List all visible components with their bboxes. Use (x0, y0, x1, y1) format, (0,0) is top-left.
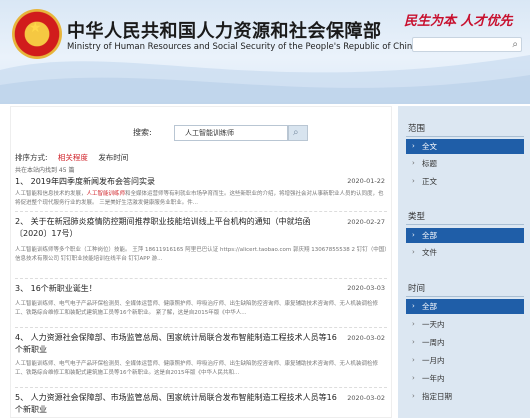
filter-label: 全文 (422, 142, 437, 151)
result-title-text[interactable]: 4、 人力资源社会保障部、市场监管总局、国家统计局联合发布智能制造工程技术人员等… (15, 333, 337, 354)
filter-label: 一月内 (422, 356, 445, 365)
snippet-highlight: 人工智能训练师 (86, 191, 126, 197)
result-snippet: 人工智能训练师、电气电子产品环保检测员、全媒体运营师、健康照护师、呼吸治疗师、出… (15, 360, 387, 378)
filter-label: 一年内 (422, 374, 445, 383)
search-button[interactable]: ⌕ (288, 125, 308, 141)
filter-label: 文件 (422, 248, 437, 257)
result-snippet: 人工智能训练师等多个职业（工种岗位）技能。 王萍 18611916165 阿里巴… (15, 246, 387, 264)
result-list: 1、 2019年四季度新闻发布会答问实录 2020-01-22 人工智能和信息技… (15, 176, 387, 418)
filter-label: 一天内 (422, 320, 445, 329)
filter-time-year[interactable]: › 一年内 (406, 371, 524, 386)
filter-label: 标题 (422, 159, 437, 168)
result-title-link[interactable]: 5、 人力资源社会保障部、市场监管总局、国家统计局联合发布智能制造工程技术人员等… (15, 392, 387, 416)
chevron-right-icon: › (412, 231, 415, 239)
search-bar: 搜索: 人工智能训练师 ⌕ (11, 125, 393, 141)
chevron-right-icon: › (412, 302, 415, 310)
result-title-link[interactable]: 3、 16个新职业诞生！ 2020-03-03 (15, 283, 387, 294)
search-input[interactable]: 人工智能训练师 (174, 125, 288, 141)
result-snippet: 人工智能和信息技术的发展，人工智能训练师和全媒体运营师等有利就业市场孕育而生。这… (15, 190, 387, 208)
filter-time-week[interactable]: › 一周内 (406, 335, 524, 350)
result-date: 2020-03-02 (347, 394, 385, 402)
snippet-text: 人工智能训练师、电气电子产品环保检测员、全媒体运营师、健康照护师、呼吸治疗师、出… (15, 361, 379, 376)
filter-type-title: 类型 (408, 212, 426, 222)
result-date: 2020-03-02 (347, 334, 385, 342)
chevron-right-icon: › (412, 374, 415, 382)
chevron-right-icon: › (412, 142, 415, 150)
filter-scope-title-only[interactable]: › 标题 (406, 156, 524, 171)
snippet-text: 人工智能和信息技术的发展， (15, 191, 87, 197)
filter-type-file[interactable]: › 文件 (406, 245, 524, 260)
result-item: 5、 人力资源社会保障部、市场监管总局、国家统计局联合发布智能制造工程技术人员等… (15, 392, 387, 418)
result-item: 2、 关于在新冠肺炎疫情防控期间推荐职业技能培训线上平台机构的通知（中就培函〔2… (15, 216, 387, 279)
filter-scope-fulltext[interactable]: › 全文 (406, 139, 524, 154)
filter-label: 一周内 (422, 338, 445, 347)
result-title-link[interactable]: 1、 2019年四季度新闻发布会答问实录 2020-01-22 (15, 176, 387, 187)
filter-time-month[interactable]: › 一月内 (406, 353, 524, 368)
chevron-right-icon: › (412, 177, 415, 185)
divider (406, 296, 524, 297)
chevron-right-icon: › (412, 320, 415, 328)
sort-options: 排序方式: 相关程度 发布时间 (15, 152, 128, 163)
filter-label: 全部 (422, 302, 437, 311)
divider (406, 136, 524, 137)
search-label: 搜索: (133, 128, 152, 137)
filter-time-custom[interactable]: › 指定日期 (406, 389, 524, 404)
divider (406, 224, 524, 225)
result-title-link[interactable]: 4、 人力资源社会保障部、市场监管总局、国家统计局联合发布智能制造工程技术人员等… (15, 332, 387, 356)
chevron-right-icon: › (412, 338, 415, 346)
chevron-right-icon: › (412, 248, 415, 256)
filter-type-all[interactable]: › 全部 (406, 228, 524, 243)
sort-relevance[interactable]: 相关程度 (58, 153, 88, 162)
site-header: ★ 中华人民共和国人力资源和社会保障部 Ministry of Human Re… (0, 0, 530, 104)
chevron-right-icon: › (412, 356, 415, 364)
result-item: 4、 人力资源社会保障部、市场监管总局、国家统计局联合发布智能制造工程技术人员等… (15, 332, 387, 388)
result-title-link[interactable]: 2、 关于在新冠肺炎疫情防控期间推荐职业技能培训线上平台机构的通知（中就培函〔2… (15, 216, 387, 240)
search-icon: ⌕ (293, 127, 299, 138)
filter-label: 指定日期 (422, 392, 452, 401)
filter-time-all[interactable]: › 全部 (406, 299, 524, 314)
result-date: 2020-01-22 (347, 177, 385, 185)
filter-sidebar: 范围 › 全文 › 标题 › 正文 类型 › 全部 › 文件 时间 › 全部 › 一天内 › 一… (398, 106, 530, 418)
slogan: 民生为本 人才优先 (404, 14, 513, 29)
filter-label: 全部 (422, 231, 437, 240)
filter-label: 正文 (422, 177, 437, 186)
search-results-panel: 搜索: 人工智能训练师 ⌕ 排序方式: 相关程度 发布时间 共在本站内找到 45… (10, 106, 392, 418)
snippet-text: 人工智能训练师、电气电子产品环保检测员、全媒体运营师、健康照护师、呼吸治疗师、出… (15, 301, 379, 316)
site-subtitle: Ministry of Human Resources and Social S… (67, 42, 418, 52)
result-title-text[interactable]: 2、 关于在新冠肺炎疫情防控期间推荐职业技能培训线上平台机构的通知（中就培函〔2… (15, 217, 311, 238)
header-search-input[interactable]: ⌕ (412, 37, 522, 52)
result-count: 共在本站内找到 45 篇 (15, 167, 75, 174)
sort-date[interactable]: 发布时间 (98, 153, 128, 162)
result-title-text[interactable]: 3、 16个新职业诞生！ (15, 284, 97, 293)
national-emblem-icon[interactable]: ★ (12, 9, 62, 59)
result-snippet: 人工智能训练师、电气电子产品环保检测员、全媒体运营师、健康照护师、呼吸治疗师、出… (15, 300, 387, 318)
result-title-text[interactable]: 5、 人力资源社会保障部、市场监管总局、国家统计局联合发布智能制造工程技术人员等… (15, 393, 337, 414)
result-date: 2020-02-27 (347, 218, 385, 226)
snippet-text: 人工智能训练师等多个职业（工种岗位）技能。 王萍 18611916165 阿里巴… (15, 247, 387, 262)
chevron-right-icon: › (412, 392, 415, 400)
chevron-right-icon: › (412, 159, 415, 167)
result-item: 3、 16个新职业诞生！ 2020-03-03 人工智能训练师、电气电子产品环保… (15, 283, 387, 328)
search-icon[interactable]: ⌕ (512, 38, 518, 51)
site-title[interactable]: 中华人民共和国人力资源和社会保障部 (67, 17, 382, 43)
result-item: 1、 2019年四季度新闻发布会答问实录 2020-01-22 人工智能和信息技… (15, 176, 387, 212)
filter-time-day[interactable]: › 一天内 (406, 317, 524, 332)
filter-scope-body[interactable]: › 正文 (406, 174, 524, 189)
filter-time-title: 时间 (408, 284, 426, 294)
result-title-text[interactable]: 1、 2019年四季度新闻发布会答问实录 (15, 177, 155, 186)
result-date: 2020-03-03 (347, 284, 385, 292)
filter-scope-title: 范围 (408, 124, 426, 134)
sort-label: 排序方式: (15, 153, 48, 162)
